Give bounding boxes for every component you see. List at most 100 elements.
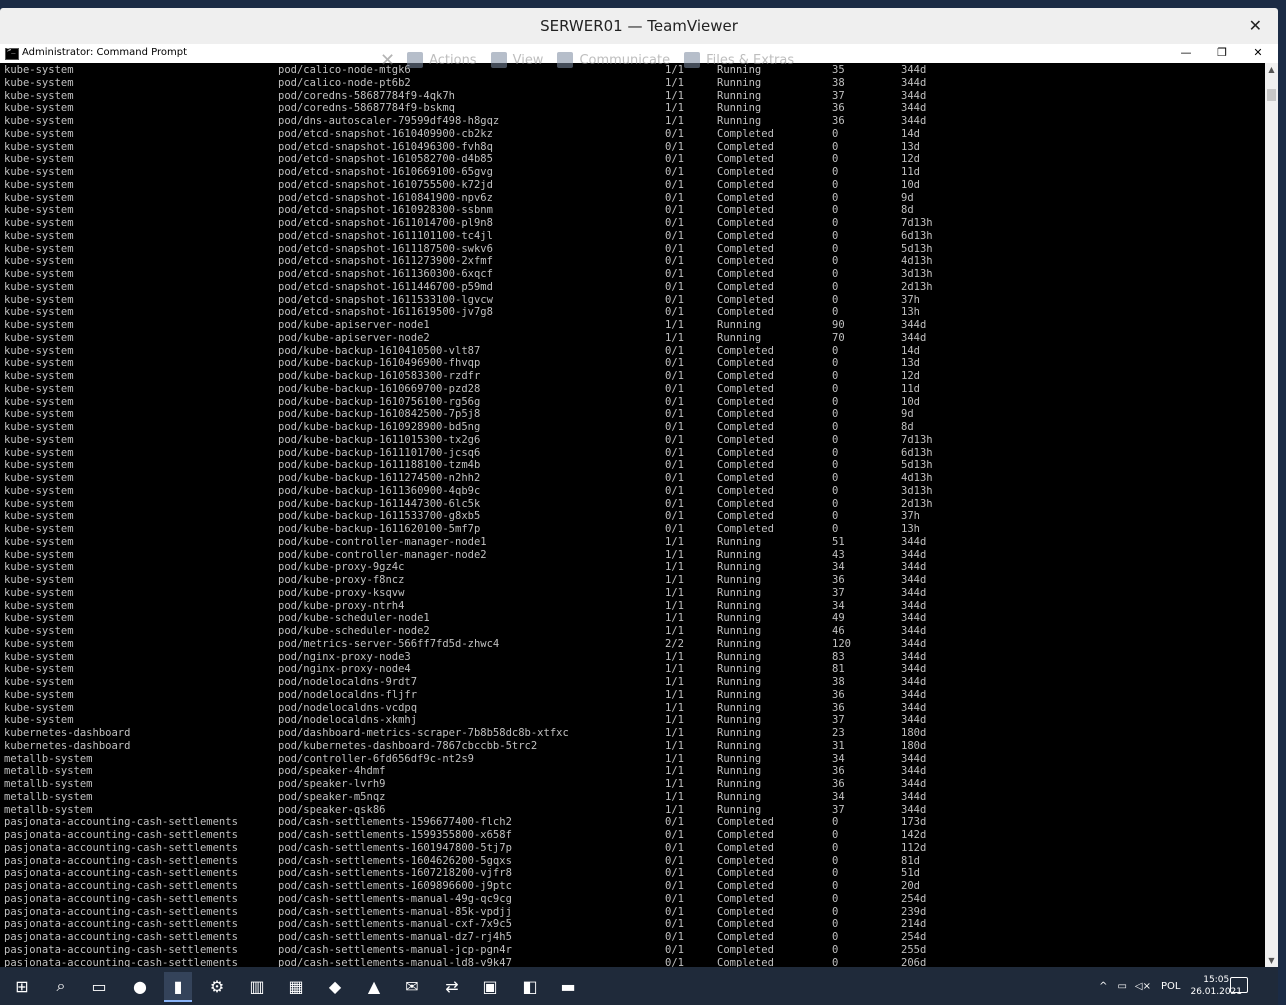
cell-restarts: 0 xyxy=(832,255,839,268)
notification-icon[interactable] xyxy=(1230,977,1248,993)
teamviewer-close-button[interactable]: ✕ xyxy=(1249,16,1262,35)
cell-pod-name: pod/etcd-snapshot-1610755500-k72jd xyxy=(278,178,493,191)
acrobat-icon[interactable]: ▲ xyxy=(360,972,388,1000)
cell-namespace: pasjonata-accounting-cash-settlements xyxy=(4,905,238,918)
cell-pod-name: pod/cash-settlements-1609896600-j9ptc xyxy=(278,880,512,892)
tray-chevron-icon[interactable]: ^ xyxy=(1099,981,1107,992)
cell-age: 8d xyxy=(901,204,914,217)
cell-namespace: pasjonata-accounting-cash-settlements xyxy=(4,816,238,829)
command-prompt-icon[interactable]: ▮ xyxy=(164,972,192,1002)
server-manager-icon[interactable]: ▥ xyxy=(243,972,271,1000)
language-indicator[interactable]: POL xyxy=(1161,981,1180,992)
cell-age: 344d xyxy=(901,115,927,127)
teamviewer-window: SERWER01 — TeamViewer ✕ Administrator: C… xyxy=(0,0,1286,1005)
cell-restarts: 0 xyxy=(832,306,839,319)
firefox-icon[interactable]: ● xyxy=(126,972,154,1000)
cell-status: Running xyxy=(717,803,762,816)
toolbar-close-icon[interactable]: ✕ xyxy=(380,50,395,71)
usb-drive-icon[interactable]: ▣ xyxy=(476,972,504,1000)
search-icon[interactable]: ⌕ xyxy=(47,972,75,1000)
cell-namespace: pasjonata-accounting-cash-settlements xyxy=(4,841,238,854)
cell-restarts: 0 xyxy=(832,905,839,918)
cell-namespace: pasjonata-accounting-cash-settlements xyxy=(4,880,238,892)
cell-pod-name: pod/kube-backup-1610842500-7p5j8 xyxy=(278,408,481,421)
cell-namespace: metallb-system xyxy=(4,778,93,790)
command-prompt-icon xyxy=(5,46,19,60)
cell-ready: 1/1 xyxy=(665,739,684,752)
cell-ready: 1/1 xyxy=(665,650,684,663)
scroll-up-icon[interactable]: ▲ xyxy=(1265,63,1278,76)
cell-restarts: 0 xyxy=(832,166,839,178)
task-view-icon[interactable]: ▭ xyxy=(85,972,113,1000)
cell-ready: 0/1 xyxy=(665,421,684,433)
scroll-down-icon[interactable]: ▼ xyxy=(1265,954,1278,967)
cell-pod-name: pod/kube-controller-manager-node1 xyxy=(278,535,487,548)
toolbar-view[interactable]: View xyxy=(490,52,543,68)
cell-pod-name: pod/cash-settlements-manual-49g-qc9cg xyxy=(278,892,512,905)
windows-start-icon[interactable]: ⊞ xyxy=(8,972,36,1000)
cell-namespace: kube-system xyxy=(4,76,74,89)
cell-pod-name: pod/cash-settlements-manual-jcp-pgn4r xyxy=(278,943,512,956)
cell-namespace: kube-system xyxy=(4,484,74,497)
cell-restarts: 120 xyxy=(832,637,851,650)
cell-ready: 1/1 xyxy=(665,701,684,714)
cell-pod-name: pod/kube-proxy-f8ncz xyxy=(278,574,405,586)
scroll-thumb[interactable] xyxy=(1267,89,1276,101)
cell-ready: 0/1 xyxy=(665,459,684,472)
file-explorer-green-icon[interactable]: ▦ xyxy=(282,972,310,1000)
minimize-button[interactable]: — xyxy=(1168,45,1204,61)
cell-ready: 0/1 xyxy=(665,931,684,943)
cell-age: 344d xyxy=(901,790,927,803)
network-icon[interactable]: ▭ xyxy=(1117,981,1126,992)
cell-age: 13d xyxy=(901,357,920,370)
cell-namespace: kube-system xyxy=(4,586,74,599)
cell-status: Completed xyxy=(717,523,774,535)
cell-restarts: 36 xyxy=(832,688,845,701)
cell-pod-name: pod/etcd-snapshot-1611533100-lgvcw xyxy=(278,293,493,306)
cell-status: Completed xyxy=(717,484,774,497)
cell-ready: 1/1 xyxy=(665,115,684,127)
cell-status: Running xyxy=(717,115,762,127)
cell-namespace: pasjonata-accounting-cash-settlements xyxy=(4,931,238,943)
cell-pod-name: pod/cash-settlements-manual-cxf-7x9c5 xyxy=(278,918,512,931)
red-app-icon[interactable]: ◆ xyxy=(321,972,349,1000)
cell-namespace: kube-system xyxy=(4,535,74,548)
volume-muted-icon[interactable]: ◁× xyxy=(1135,981,1151,992)
cell-age: 344d xyxy=(901,752,927,765)
console-scrollbar[interactable]: ▲ ▼ xyxy=(1265,63,1278,967)
cell-ready: 1/1 xyxy=(665,765,684,778)
toolbar-actions[interactable]: Actions xyxy=(407,52,477,68)
cell-age: 13d xyxy=(901,140,920,153)
cell-status: Running xyxy=(717,76,762,89)
cell-status: Running xyxy=(717,574,762,586)
network-tool-icon[interactable]: ✉ xyxy=(398,972,426,1000)
settings-icon[interactable]: ⚙ xyxy=(203,972,231,1000)
cell-namespace: kube-system xyxy=(4,676,74,688)
cell-pod-name: pod/cash-settlements-manual-ld8-v9k47 xyxy=(278,956,512,968)
teamviewer-icon[interactable]: ⇄ xyxy=(438,972,466,1000)
cell-status: Completed xyxy=(717,459,774,472)
toolbar-communicate[interactable]: Communicate xyxy=(557,52,670,68)
cell-pod-name: pod/metrics-server-566ff7fd5d-zhwc4 xyxy=(278,637,500,650)
cmd-close-button[interactable]: ✕ xyxy=(1240,45,1276,61)
cell-ready: 0/1 xyxy=(665,867,684,880)
cell-status: Completed xyxy=(717,178,774,191)
cell-pod-name: pod/etcd-snapshot-1611446700-p59md xyxy=(278,280,493,293)
cell-pod-name: pod/etcd-snapshot-1610841900-npv6z xyxy=(278,191,493,204)
cell-namespace: kube-system xyxy=(4,268,74,280)
remote-desktop-icon[interactable]: ◧ xyxy=(516,972,544,1000)
cell-restarts: 31 xyxy=(832,739,845,752)
cell-restarts: 0 xyxy=(832,880,839,892)
cell-restarts: 43 xyxy=(832,548,845,561)
console-output[interactable]: kube-system pod/calico-node-mtgk6 1/1 Runni… xyxy=(0,63,1265,967)
teamviewer-toolbar: ✕ Actions View Communicate Files & Extra… xyxy=(380,44,960,76)
cell-namespace: metallb-system xyxy=(4,790,93,803)
cell-restarts: 34 xyxy=(832,752,845,765)
folder-icon[interactable]: ▬ xyxy=(554,972,582,1000)
cell-pod-name: pod/etcd-snapshot-1610928300-ssbnm xyxy=(278,204,493,217)
maximize-button[interactable]: ❐ xyxy=(1204,45,1240,61)
cell-status: Completed xyxy=(717,255,774,268)
cell-pod-name: pod/coredns-58687784f9-4qk7h xyxy=(278,89,456,102)
toolbar-files-extras[interactable]: Files & Extras xyxy=(684,52,794,68)
cell-restarts: 0 xyxy=(832,408,839,421)
